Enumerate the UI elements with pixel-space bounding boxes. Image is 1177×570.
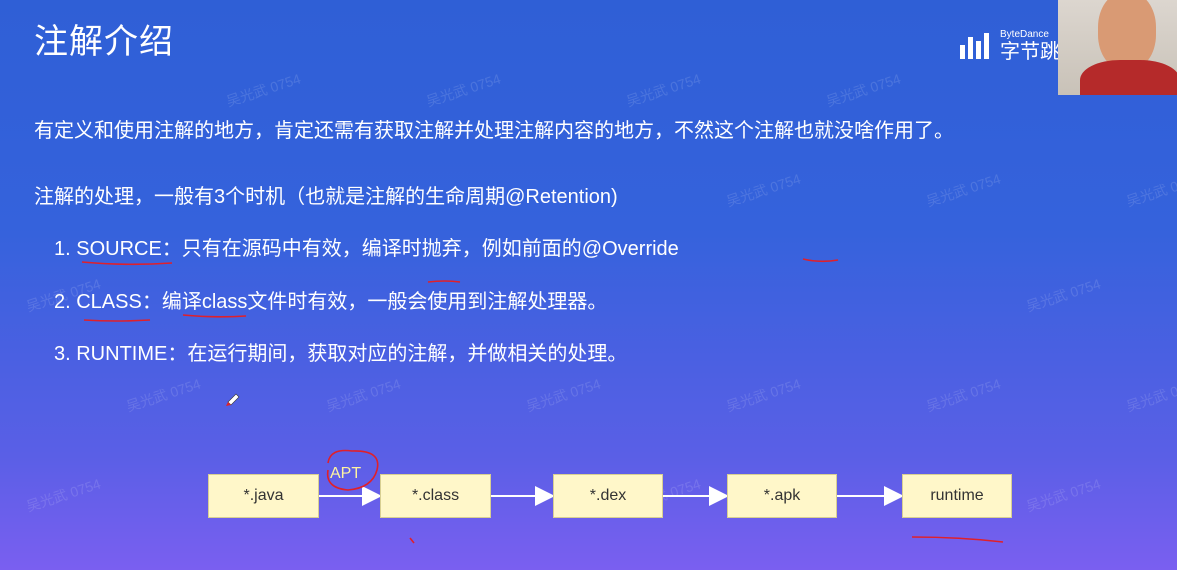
ink-underline-override: [802, 258, 839, 263]
ink-tick: [409, 537, 415, 544]
flow-node-apk: *.apk: [727, 474, 837, 518]
flow-node-java: *.java: [208, 474, 319, 518]
flow-node-runtime: runtime: [902, 474, 1012, 518]
ink-mark-compile: [427, 280, 461, 283]
apt-label: APT: [330, 465, 362, 482]
ink-underline-source: [81, 261, 173, 266]
flow-node-class: *.class: [380, 474, 491, 518]
ink-underline-compile: [182, 314, 247, 318]
ink-underline-runtime: [911, 536, 1004, 543]
flow-node-dex: *.dex: [553, 474, 663, 518]
pen-cursor-icon: [226, 393, 240, 406]
ink-underline-class: [83, 319, 151, 322]
